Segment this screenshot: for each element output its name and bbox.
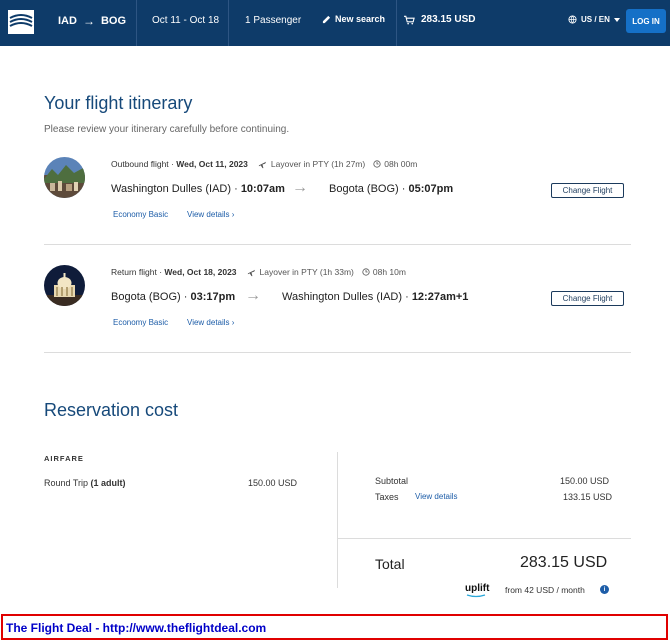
header-divider [396, 0, 397, 46]
cart-total: 283.15 USD [421, 14, 476, 25]
cart-button[interactable]: 283.15 USD [404, 14, 475, 25]
uplift-logo[interactable]: uplift [465, 583, 489, 598]
route-summary: IAD → BOG [58, 14, 126, 28]
return-flight-card: Return flight · Wed, Oct 18, 2023 Layove… [44, 265, 631, 345]
reservation-cost-title: Reservation cost [44, 400, 179, 420]
departure-time: 03:17pm [190, 291, 236, 303]
login-button[interactable]: LOG IN [626, 9, 666, 33]
locale-selector[interactable]: US / EN [568, 15, 620, 24]
departure-city: Washington Dulles (IAD) [111, 183, 232, 195]
fare-class-link[interactable]: Economy Basic [113, 318, 168, 327]
return-flight-meta: Return flight · Wed, Oct 18, 2023 Layove… [111, 267, 406, 277]
clock-icon [373, 160, 381, 168]
total-value: 283.15 USD [520, 554, 608, 571]
duration-text: 08h 10m [372, 267, 406, 277]
page-title: Your flight itinerary [44, 93, 193, 113]
cart-icon [404, 15, 415, 24]
footer-banner: The Flight Deal - http://www.theflightde… [1, 614, 668, 640]
taxes-value: 133.15 USD [563, 492, 613, 502]
info-icon[interactable]: i [600, 585, 609, 594]
uplift-brand: uplift [465, 583, 490, 594]
arrival-city: Bogota (BOG) [329, 183, 399, 195]
uplift-monthly-price: from 42 USD / month [505, 585, 585, 595]
pencil-icon [322, 15, 331, 23]
uplift-smile-icon [466, 594, 486, 598]
destination-code: BOG [100, 15, 127, 27]
new-search-label: New search [335, 14, 386, 24]
arrival-time: 05:07pm [408, 183, 454, 195]
top-nav-bar: IAD → BOG Oct 11 - Oct 18 1 Passenger Ne… [0, 0, 670, 46]
change-return-flight-button[interactable]: Change Flight [551, 291, 624, 306]
airfare-heading: AIRFARE [44, 454, 84, 463]
chevron-right-icon: › [231, 210, 235, 219]
view-details-label: View details [187, 210, 230, 219]
arrival-info: Bogota (BOG) · 05:07pm [329, 183, 454, 195]
layover-info: Layover in PTY (1h 33m) [247, 267, 354, 277]
banner-text: The Flight Deal - http://www.theflightde… [6, 621, 267, 635]
arrival-info: Washington Dulles (IAD) · 12:27am+1 [282, 291, 469, 303]
header-divider [136, 0, 137, 46]
subtotal-label: Subtotal [375, 476, 409, 486]
arrival-time: 12:27am+1 [411, 291, 469, 303]
duration-info: 08h 10m [362, 267, 406, 277]
change-outbound-flight-button[interactable]: Change Flight [551, 183, 624, 198]
layover-info: Layover in PTY (1h 27m) [258, 159, 365, 169]
round-trip-price: 150.00 USD [248, 478, 298, 488]
departure-info: Bogota (BOG) · 03:17pm [111, 291, 236, 303]
origin-photo [44, 265, 85, 306]
taxes-label: Taxes [375, 492, 399, 502]
meta-separator: · [168, 159, 177, 169]
view-details-link[interactable]: View details › [187, 210, 234, 219]
section-divider [44, 352, 631, 353]
passenger-count: 1 Passenger [245, 15, 302, 26]
section-divider [44, 244, 631, 245]
taxes-view-details-link[interactable]: View details [415, 492, 458, 501]
outbound-flight-card: Outbound flight · Wed, Oct 11, 2023 Layo… [44, 157, 631, 237]
duration-text: 08h 00m [384, 159, 418, 169]
plane-icon [258, 161, 266, 168]
total-label: Total [375, 556, 405, 572]
origin-code: IAD [58, 15, 77, 27]
subtotal-value: 150.00 USD [560, 476, 610, 486]
route-arrow-icon: → [82, 14, 95, 28]
view-details-label: View details [187, 318, 230, 327]
fare-class-link[interactable]: Economy Basic [113, 210, 168, 219]
globe-icon [568, 15, 577, 24]
view-details-link[interactable]: View details › [187, 318, 234, 327]
page-subtitle: Please review your itinerary carefully b… [44, 124, 290, 135]
new-search-button[interactable]: New search [322, 14, 385, 24]
meta-separator: · [156, 267, 165, 277]
flight-type-label: Return flight [111, 267, 157, 277]
round-trip-label: Round Trip (1 adult) [44, 478, 126, 488]
chevron-down-icon [613, 17, 620, 22]
plane-icon [247, 269, 255, 276]
cost-column-divider [337, 452, 338, 588]
locale-label: US / EN [581, 15, 610, 24]
airline-logo-icon[interactable] [8, 10, 34, 34]
trip-type: Round Trip [44, 478, 89, 488]
travel-dates: Oct 11 - Oct 18 [152, 15, 220, 26]
arrow-right-icon: → [245, 287, 261, 304]
layover-text: Layover in PTY (1h 27m) [270, 159, 366, 169]
flight-date: Wed, Oct 11, 2023 [176, 159, 248, 169]
duration-info: 08h 00m [373, 159, 417, 169]
departure-time: 10:07am [240, 183, 285, 195]
adult-count: (1 adult) [90, 478, 126, 488]
layover-text: Layover in PTY (1h 33m) [259, 267, 354, 277]
flight-type-label: Outbound flight [111, 159, 169, 169]
arrival-city: Washington Dulles (IAD) [282, 291, 403, 303]
arrow-right-icon: → [292, 179, 308, 196]
destination-photo [44, 157, 85, 198]
departure-info: Washington Dulles (IAD) · 10:07am [111, 183, 285, 195]
header-divider [228, 0, 229, 46]
outbound-flight-meta: Outbound flight · Wed, Oct 11, 2023 Layo… [111, 159, 417, 169]
clock-icon [362, 268, 370, 276]
total-divider [337, 538, 631, 539]
departure-city: Bogota (BOG) [111, 291, 181, 303]
flight-date: Wed, Oct 18, 2023 [164, 267, 237, 277]
chevron-right-icon: › [231, 318, 235, 327]
